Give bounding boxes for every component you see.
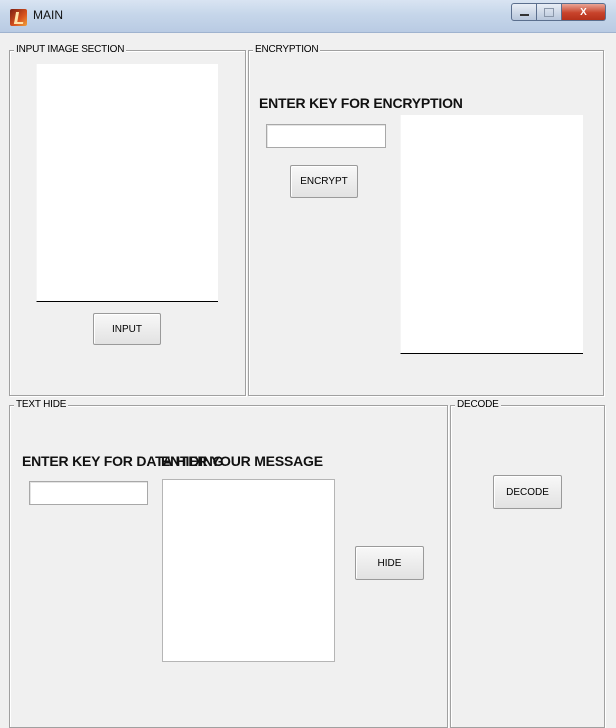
text-hide-panel-title: TEXT HIDE (14, 399, 69, 411)
encryption-panel-title: ENCRYPTION (253, 44, 321, 56)
window-controls: X (511, 3, 606, 21)
minimize-button[interactable] (511, 3, 537, 21)
hide-button[interactable]: HIDE (355, 546, 424, 580)
decode-panel: DECODE DECODE (450, 399, 605, 728)
data-hiding-key-input[interactable] (29, 481, 148, 505)
window-title: MAIN (33, 8, 63, 22)
encryption-key-label: ENTER KEY FOR ENCRYPTION (259, 95, 463, 111)
input-image-axes (36, 64, 218, 302)
input-image-panel-title: INPUT IMAGE SECTION (14, 44, 127, 56)
maximize-icon (544, 7, 554, 17)
encryption-key-input[interactable] (266, 124, 386, 148)
message-textbox[interactable] (162, 479, 335, 662)
encryption-panel: ENCRYPTION ENTER KEY FOR ENCRYPTION ENCR… (248, 44, 604, 396)
decode-panel-title: DECODE (455, 399, 501, 411)
input-image-panel: INPUT IMAGE SECTION INPUT (9, 44, 246, 396)
decode-button[interactable]: DECODE (493, 475, 562, 509)
text-hide-panel: TEXT HIDE ENTER KEY FOR DATA HIDING ENTE… (9, 399, 448, 728)
input-button[interactable]: INPUT (93, 313, 161, 345)
close-button[interactable]: X (562, 3, 606, 21)
message-label: ENTER YOUR MESSAGE (161, 453, 323, 469)
maximize-button[interactable] (537, 3, 562, 21)
encrypt-button[interactable]: ENCRYPT (290, 165, 358, 198)
matlab-icon (10, 9, 27, 26)
encrypted-image-axes (400, 115, 583, 354)
figure-client-area: INPUT IMAGE SECTION INPUT ENCRYPTION ENT… (0, 33, 616, 728)
close-icon: X (580, 6, 587, 18)
minimize-icon (519, 14, 529, 16)
window-title-bar[interactable]: MAIN X (0, 0, 616, 33)
